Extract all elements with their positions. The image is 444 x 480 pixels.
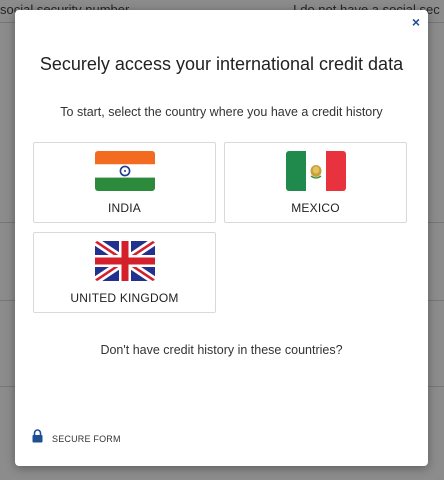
country-select-modal: × Securely access your international cre… — [15, 10, 428, 466]
country-card-mexico[interactable]: MEXICO — [224, 142, 407, 223]
country-name: UNITED KINGDOM — [70, 291, 179, 305]
no-credit-history-link[interactable]: Don't have credit history in these count… — [15, 343, 428, 357]
uk-flag-icon — [95, 241, 155, 281]
mexico-flag-icon — [286, 151, 346, 191]
secure-form-label: SECURE FORM — [52, 433, 121, 444]
close-icon[interactable]: × — [412, 14, 420, 30]
country-card-india[interactable]: INDIA — [33, 142, 216, 223]
india-flag-icon — [95, 151, 155, 191]
lock-icon — [32, 429, 43, 448]
country-name: MEXICO — [291, 201, 340, 215]
country-card-united-kingdom[interactable]: UNITED KINGDOM — [33, 232, 216, 313]
modal-title: Securely access your international credi… — [39, 54, 404, 74]
country-name: INDIA — [107, 201, 141, 215]
modal-subtitle: To start, select the country where you h… — [60, 105, 383, 119]
secure-form-badge: SECURE FORM — [32, 429, 121, 448]
